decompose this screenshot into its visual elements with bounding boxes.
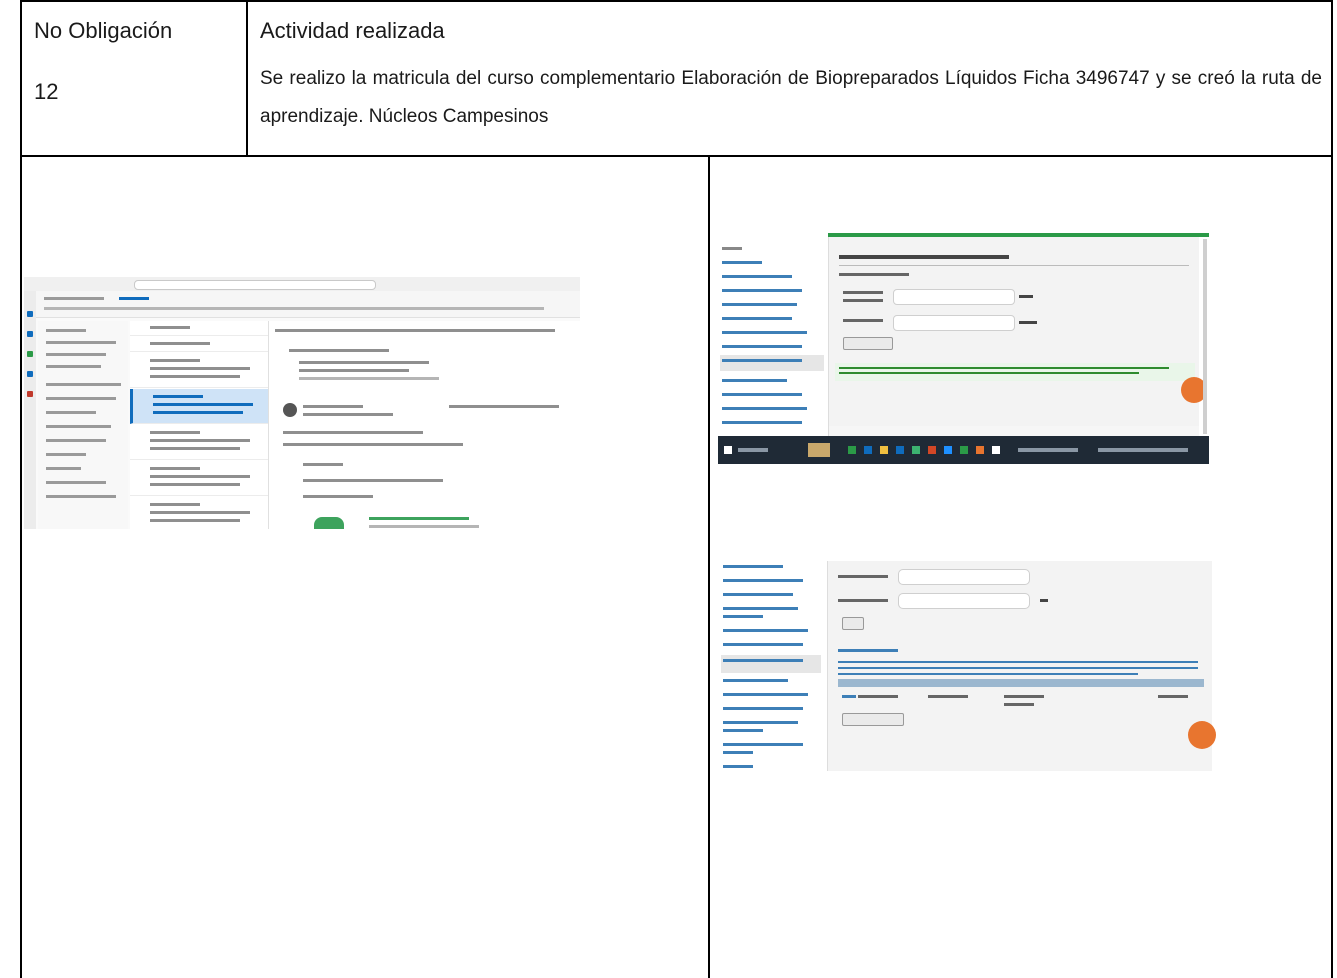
sofia-learning-route-screenshot	[719, 561, 1224, 771]
sofia-route-association-screenshot	[718, 229, 1209, 464]
mail-client-screenshot	[24, 277, 580, 529]
activity-label: Actividad realizada	[260, 18, 445, 43]
activity-description: Se realizo la matricula del curso comple…	[260, 68, 1322, 127]
header-table: No Obligación 12 Actividad realizada Se …	[20, 0, 1333, 157]
evidence-table	[20, 155, 1333, 978]
obligation-number: 12	[34, 79, 59, 104]
obligation-label: No Obligación	[34, 18, 173, 43]
column-divider	[708, 157, 710, 978]
activity-cell: Actividad realizada Se realizo la matric…	[248, 2, 1331, 155]
evidence-document: No Obligación 12 Actividad realizada Se …	[20, 0, 1337, 978]
obligation-cell: No Obligación 12	[22, 2, 248, 155]
